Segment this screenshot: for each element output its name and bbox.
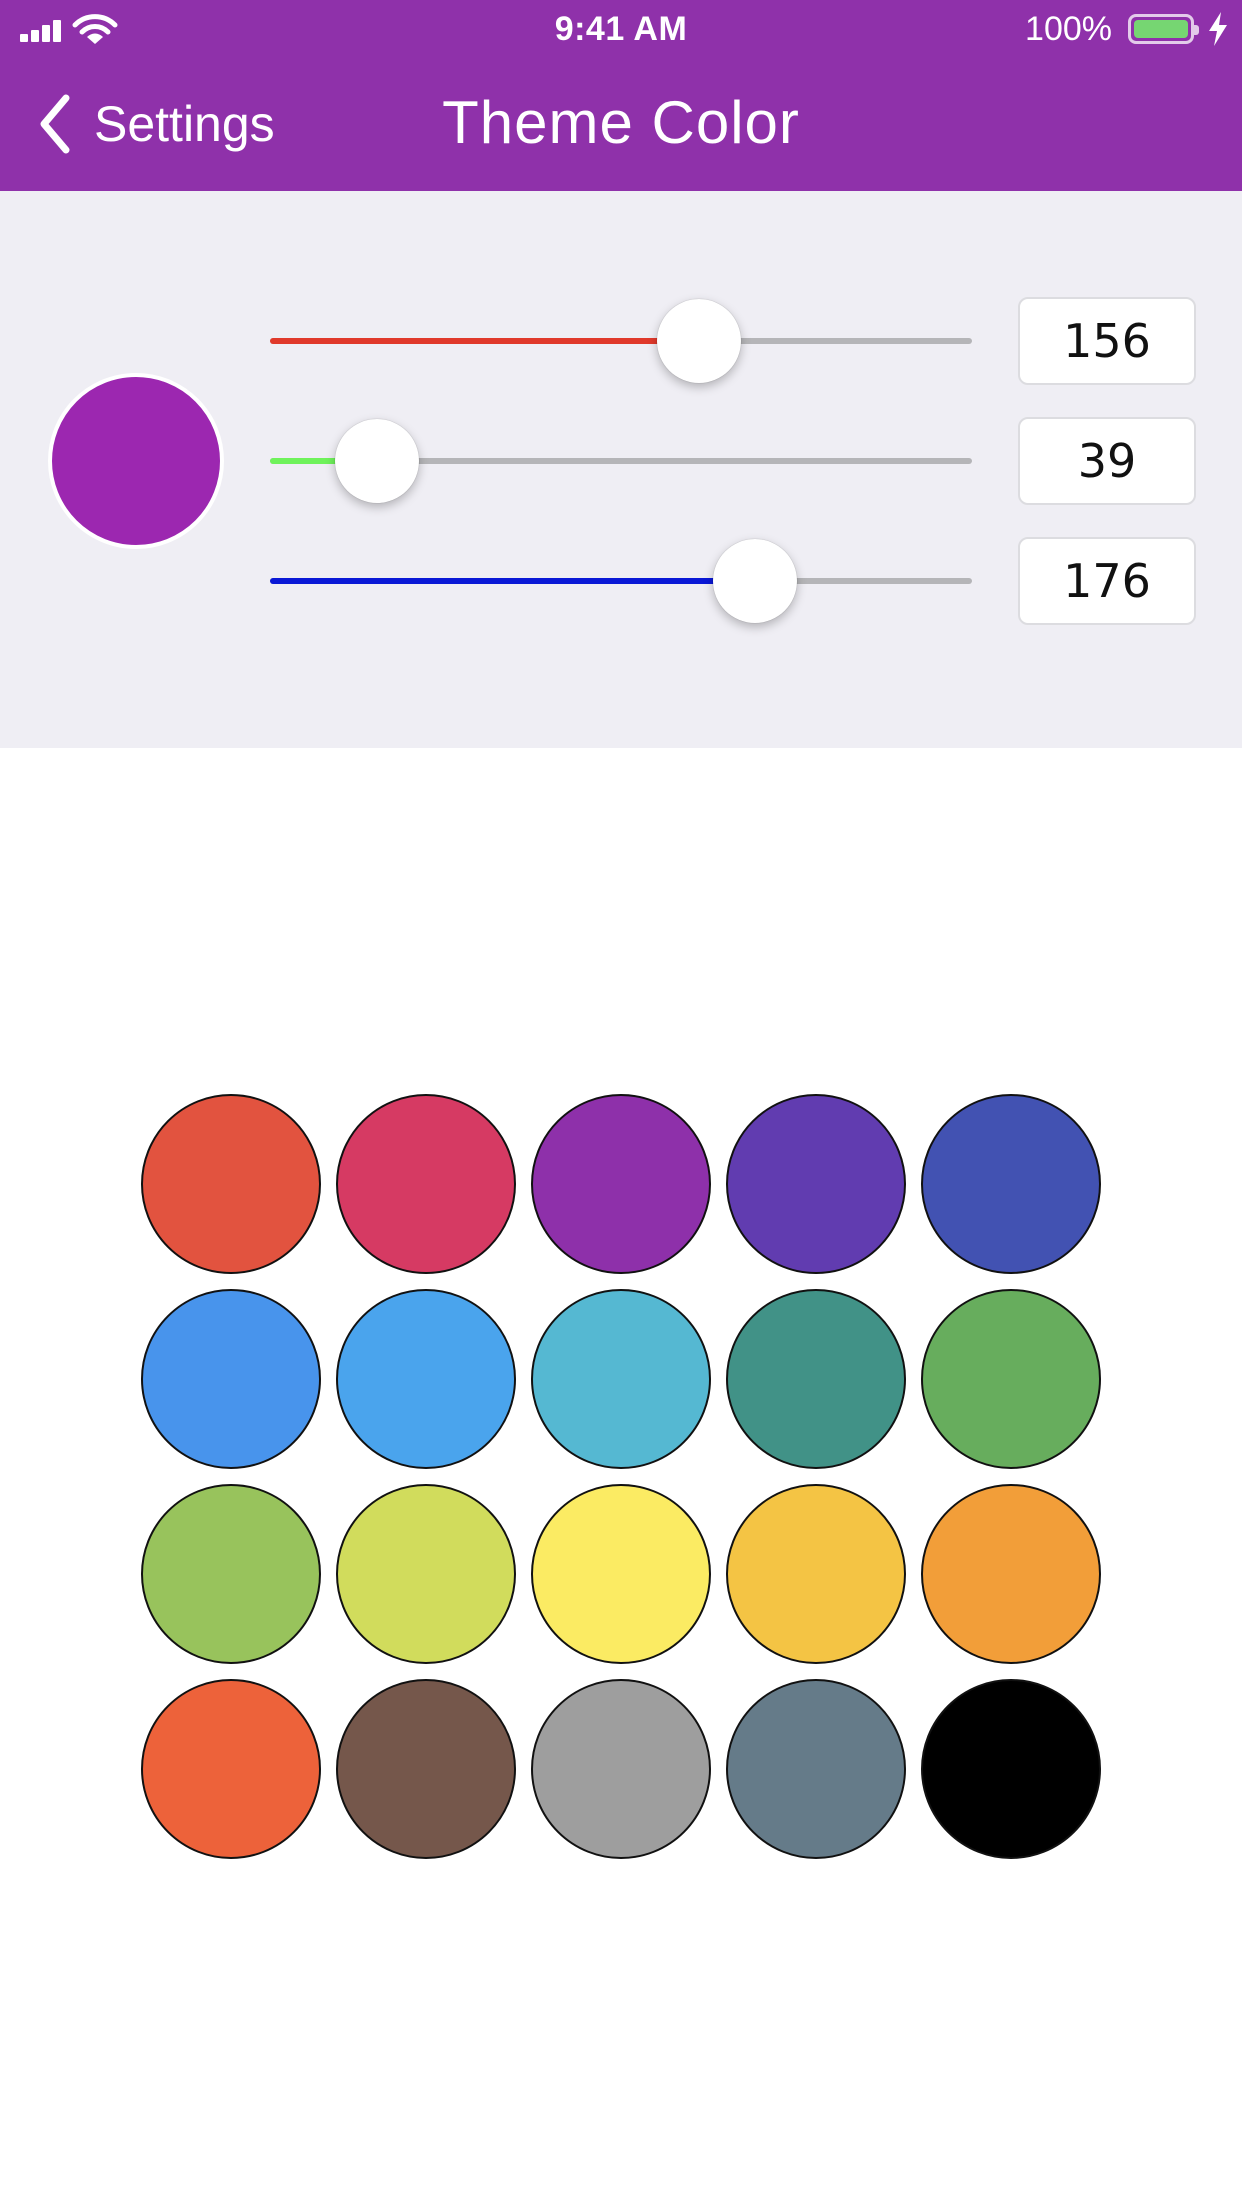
palette-swatch[interactable]	[141, 1484, 321, 1664]
palette-swatch[interactable]	[726, 1094, 906, 1274]
blue-value-field[interactable]: 176	[1018, 537, 1196, 625]
page-title: Theme Color	[442, 89, 800, 156]
status-bar: 9:41 AM 100%	[0, 0, 1242, 60]
color-editor-panel: 156 39 176	[0, 191, 1242, 748]
navigation-bar: Settings Theme Color	[0, 60, 1242, 191]
palette-swatch[interactable]	[336, 1094, 516, 1274]
app-header: 9:41 AM 100% Settings Theme Color	[0, 0, 1242, 191]
palette-swatch[interactable]	[921, 1289, 1101, 1469]
red-value-field[interactable]: 156	[1018, 297, 1196, 385]
palette-swatch[interactable]	[921, 1484, 1101, 1664]
palette-swatch[interactable]	[336, 1289, 516, 1469]
palette-swatch[interactable]	[141, 1679, 321, 1859]
blue-slider[interactable]	[270, 536, 972, 626]
green-slider[interactable]	[270, 416, 972, 506]
palette-swatch[interactable]	[531, 1094, 711, 1274]
palette-swatch[interactable]	[531, 1484, 711, 1664]
palette-swatch[interactable]	[921, 1679, 1101, 1859]
blue-slider-thumb[interactable]	[713, 539, 797, 623]
palette-swatch[interactable]	[531, 1679, 711, 1859]
palette-swatch[interactable]	[336, 1679, 516, 1859]
palette-swatch[interactable]	[336, 1484, 516, 1664]
color-palette-grid	[141, 1094, 1101, 1859]
palette-swatch[interactable]	[141, 1094, 321, 1274]
palette-swatch[interactable]	[726, 1679, 906, 1859]
palette-swatch[interactable]	[921, 1094, 1101, 1274]
palette-swatch[interactable]	[726, 1484, 906, 1664]
palette-swatch[interactable]	[531, 1289, 711, 1469]
battery-level	[1134, 20, 1188, 38]
red-slider-fill	[270, 338, 699, 344]
green-value-field[interactable]: 39	[1018, 417, 1196, 505]
battery-cap	[1194, 25, 1199, 35]
green-slider-thumb[interactable]	[335, 419, 419, 503]
color-preview-swatch	[48, 373, 224, 549]
battery-percentage: 100%	[1025, 10, 1112, 48]
red-slider[interactable]	[270, 296, 972, 386]
palette-swatch[interactable]	[141, 1289, 321, 1469]
red-slider-thumb[interactable]	[657, 299, 741, 383]
palette-swatch[interactable]	[726, 1289, 906, 1469]
charging-bolt-icon	[1209, 12, 1227, 46]
battery-icon	[1128, 14, 1199, 44]
blue-slider-fill	[270, 578, 755, 584]
